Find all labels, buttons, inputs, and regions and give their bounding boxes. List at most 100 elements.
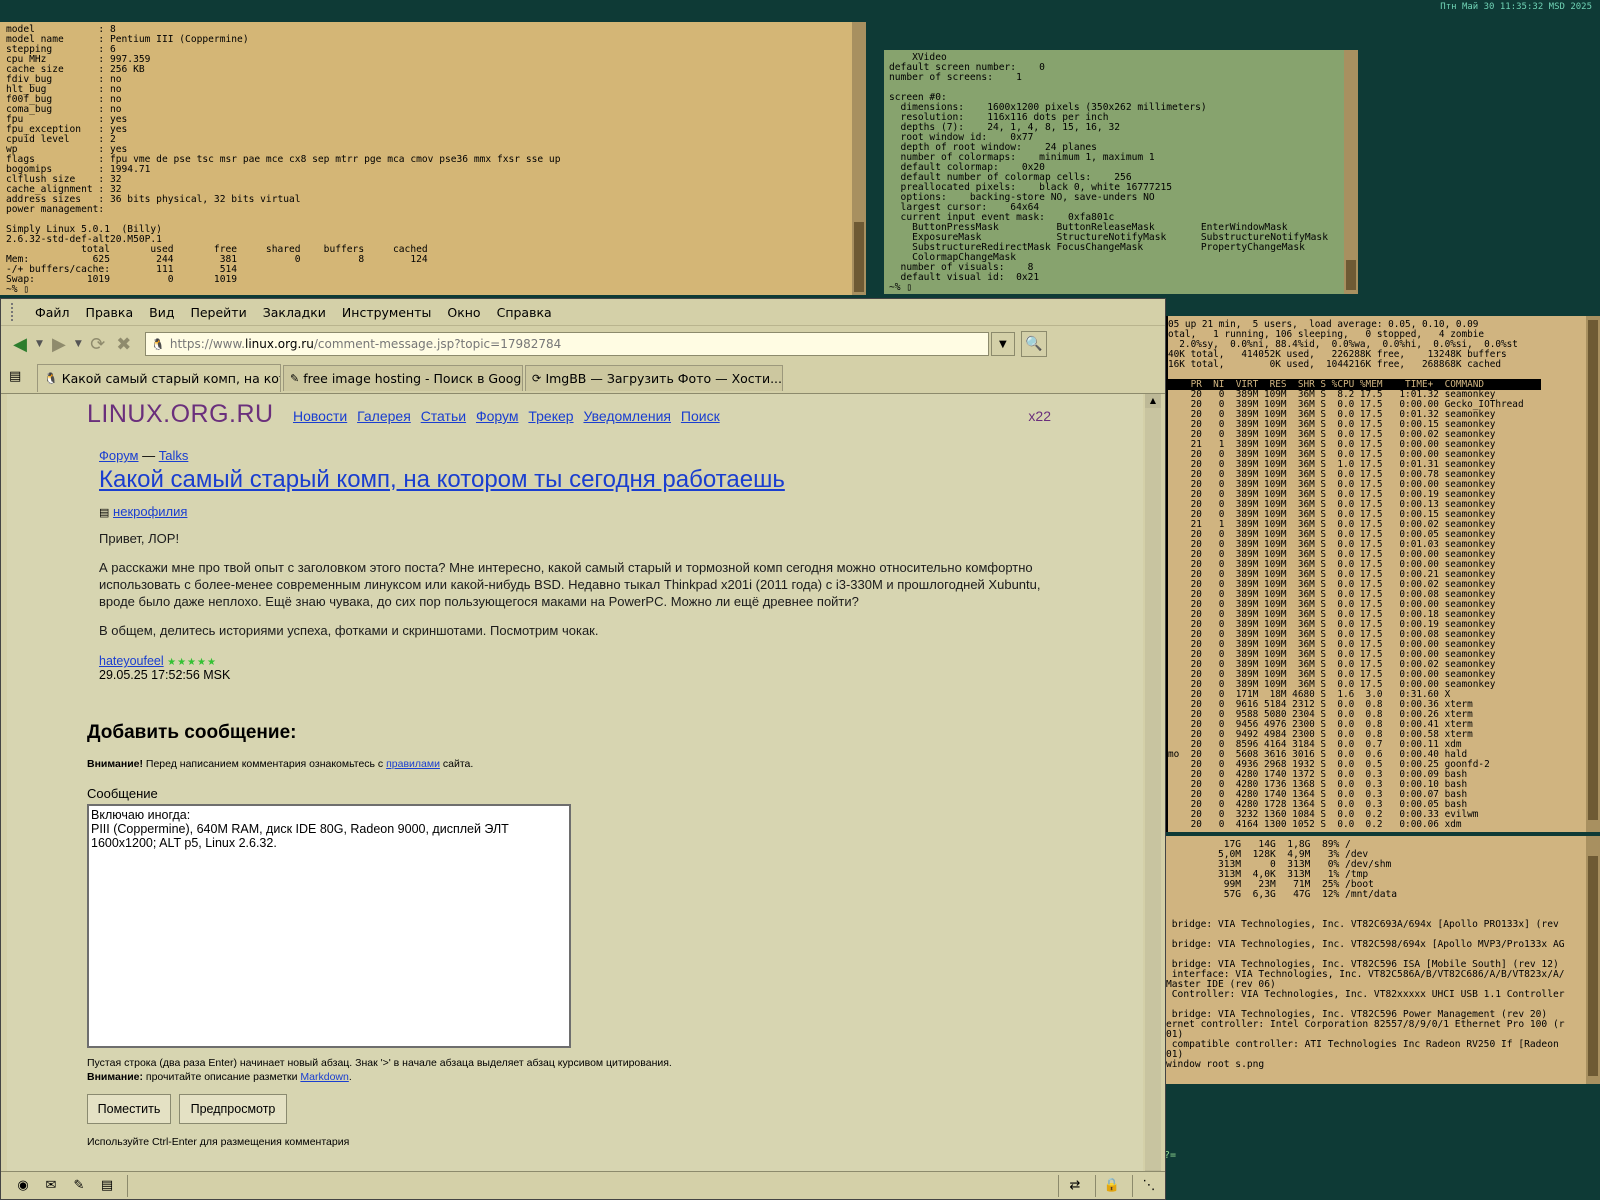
post-author: hateyoufeel ★★★★★ 29.05.25 17:52:56 MSK [99,654,230,682]
address-book-icon[interactable]: ▤ [95,1176,119,1196]
menu-edit[interactable]: Правка [86,305,134,320]
url-domain: linux.org.ru [245,337,314,351]
hint-label: Внимание: [87,1071,143,1083]
post-date: 29.05.25 17:52:56 MSK [99,668,231,682]
rules-warning: Внимание! Перед написанием комментария о… [87,758,473,770]
xterm-misc[interactable]: 17G 14G 1,8G 89% / 5,0M 128K 4,9M 3% /de… [1094,836,1600,1084]
topic-title[interactable]: Какой самый старый комп, на котором ты с… [99,466,785,494]
mail-icon[interactable]: ✉ [39,1176,63,1196]
author-link[interactable]: hateyoufeel [99,654,164,668]
hint-text: прочитайте описание разметки [142,1071,301,1083]
nav-forum[interactable]: Форум [476,408,519,424]
penguin-favicon-icon: 🐧 [150,337,165,351]
ctrl-enter-hint: Используйте Ctrl-Enter для размещения ко… [87,1136,350,1148]
tag-icon: ▤ [99,507,110,519]
forward-arrow-icon[interactable]: ▶ [46,331,72,357]
xterm-xdpyinfo[interactable]: XVideo default screen number: 0 number o… [884,50,1358,294]
tab-2[interactable]: ✎ free image hosting - Поиск в Google [283,365,523,391]
chevron-down-icon[interactable]: ▼ [75,339,82,349]
penguin-favicon-icon: 🐧 [44,372,58,385]
message-label: Сообщение [87,786,158,801]
message-line: PIII (Coppermine), 640M RAM, диск IDE 80… [91,822,509,836]
resize-grip-icon[interactable]: ⋱ [1137,1176,1161,1196]
terminal-output: XVideo default screen number: 0 number o… [889,52,1328,293]
breadcrumb-separator: — [138,448,159,463]
add-message-heading: Добавить сообщение: [87,722,297,743]
post-paragraph: А расскажи мне про твой опыт с заголовко… [99,560,1041,609]
scrollbar[interactable] [1586,316,1600,832]
preview-button[interactable]: Предпросмотр [179,1094,287,1124]
scroll-up-icon[interactable]: ▲ [1145,394,1161,408]
post-paragraph: В общем, делитесь историями успеха, фотк… [99,623,599,638]
url-bar[interactable]: 🐧 https://www. linux.org.ru/comment-messa… [144,332,989,356]
terminal-output: 17G 14G 1,8G 89% / 5,0M 128K 4,9M 3% /de… [1166,839,1565,1070]
lock-icon: 🔒 [1103,1178,1121,1193]
page-scrollbar[interactable]: ▲ ▼ [1145,394,1161,1184]
nav-notifications[interactable]: Уведомления [583,408,671,424]
post-body: Привет, ЛОР! А расскажи мне про твой опы… [99,530,1054,651]
message-line: 1600x1200; ALT p5, Linux 2.6.32. [91,836,277,850]
nav-search[interactable]: Поиск [681,408,720,424]
menu-file[interactable]: Файл [35,305,70,320]
terminal-output: 05 up 21 min, 5 users, load average: 0.0… [1168,319,1541,830]
nav-articles[interactable]: Статьи [421,408,466,424]
search-icon[interactable]: 🔍 [1020,331,1047,357]
notification-counter[interactable]: x22 [1028,408,1051,424]
menu-help[interactable]: Справка [497,305,552,320]
nav-gallery[interactable]: Галерея [357,408,411,424]
warning-text: Перед написанием комментария ознакомьтес… [142,758,387,770]
scrollbar[interactable] [852,22,866,295]
site-nav: Новости Галерея Статьи Форум Трекер Увед… [293,408,726,424]
tab-label: free image hosting - Поиск в Google [303,371,523,386]
url-prefix: https://www. [169,337,246,351]
menu-bookmarks[interactable]: Закладки [263,305,326,320]
scrollbar[interactable] [1586,836,1600,1084]
tab-label: Какой самый старый комп, на кот... [61,371,281,386]
url-dropdown-icon[interactable]: ▼ [990,332,1015,356]
breadcrumb-talks[interactable]: Talks [159,448,189,463]
tag-icon: ✎ [290,372,300,385]
nav-news[interactable]: Новости [293,408,347,424]
menu-tools[interactable]: Инструменты [342,305,431,320]
message-textarea[interactable]: Включаю иногда: PIII (Coppermine), 640M … [87,804,571,1048]
tab-3[interactable]: ⟳ ImgBB — Загрузить Фото — Хости... [525,365,783,391]
post-button[interactable]: Поместить [87,1094,171,1124]
topic-tag: ▤ некрофилия [99,504,187,519]
menu-window[interactable]: Окно [447,305,480,320]
nav-tracker[interactable]: Трекер [528,408,573,424]
tab-list-icon[interactable]: ▤ [9,369,21,384]
reload-icon[interactable]: ⟳ [85,331,111,357]
composer-icon[interactable]: ✎ [67,1176,91,1196]
message-line: Включаю иногда: [91,808,191,822]
hint-tail: . [348,1071,352,1083]
terminal-output: model : 8 model name : Pentium III (Copp… [6,24,561,295]
tag-link[interactable]: некрофилия [113,504,187,519]
rating-stars: ★★★★★ [167,657,217,668]
tab-label: ImgBB — Загрузить Фото — Хости... [545,371,782,386]
xterm-cpuinfo[interactable]: model : 8 model name : Pentium III (Copp… [0,22,866,295]
loading-icon: ⟳ [532,372,542,385]
scrollbar[interactable] [1344,50,1358,294]
markup-hint: Пустая строка (два раза Enter) начинает … [87,1056,672,1084]
site-logo[interactable]: LINUX.ORG.RU [87,400,274,429]
warning-label: Внимание! [87,758,143,770]
post-paragraph: Привет, ЛОР! [99,531,180,546]
markdown-link[interactable]: Markdown [300,1071,348,1083]
menu-go[interactable]: Перейти [190,305,246,320]
back-arrow-icon[interactable]: ◀ [7,331,33,357]
menu-bar: Файл Правка Вид Перейти Закладки Инструм… [1,299,1165,326]
breadcrumb-forum[interactable]: Форум [99,448,139,463]
page-content: LINUX.ORG.RU Новости Галерея Статьи Фору… [7,394,1143,1184]
rules-link[interactable]: правилами [386,758,440,770]
grip-handle[interactable] [11,303,19,321]
menu-view[interactable]: Вид [149,305,174,320]
stop-icon[interactable]: ✖ [111,331,137,357]
xterm-top[interactable]: 05 up 21 min, 5 users, load average: 0.0… [1090,316,1600,832]
top-column-header: PR NI VIRT RES SHR S %CPU %MEM TIME+ COM… [1168,379,1541,390]
warning-tail: сайта. [439,758,474,770]
network-icon: ⇄ [1069,1178,1081,1193]
tab-1[interactable]: 🐧 Какой самый старый комп, на кот... [37,364,281,392]
chevron-down-icon[interactable]: ▼ [36,339,43,349]
browser-icon[interactable]: ◉ [11,1176,35,1196]
browser-window: Файл Правка Вид Перейти Закладки Инструм… [0,298,1166,1200]
